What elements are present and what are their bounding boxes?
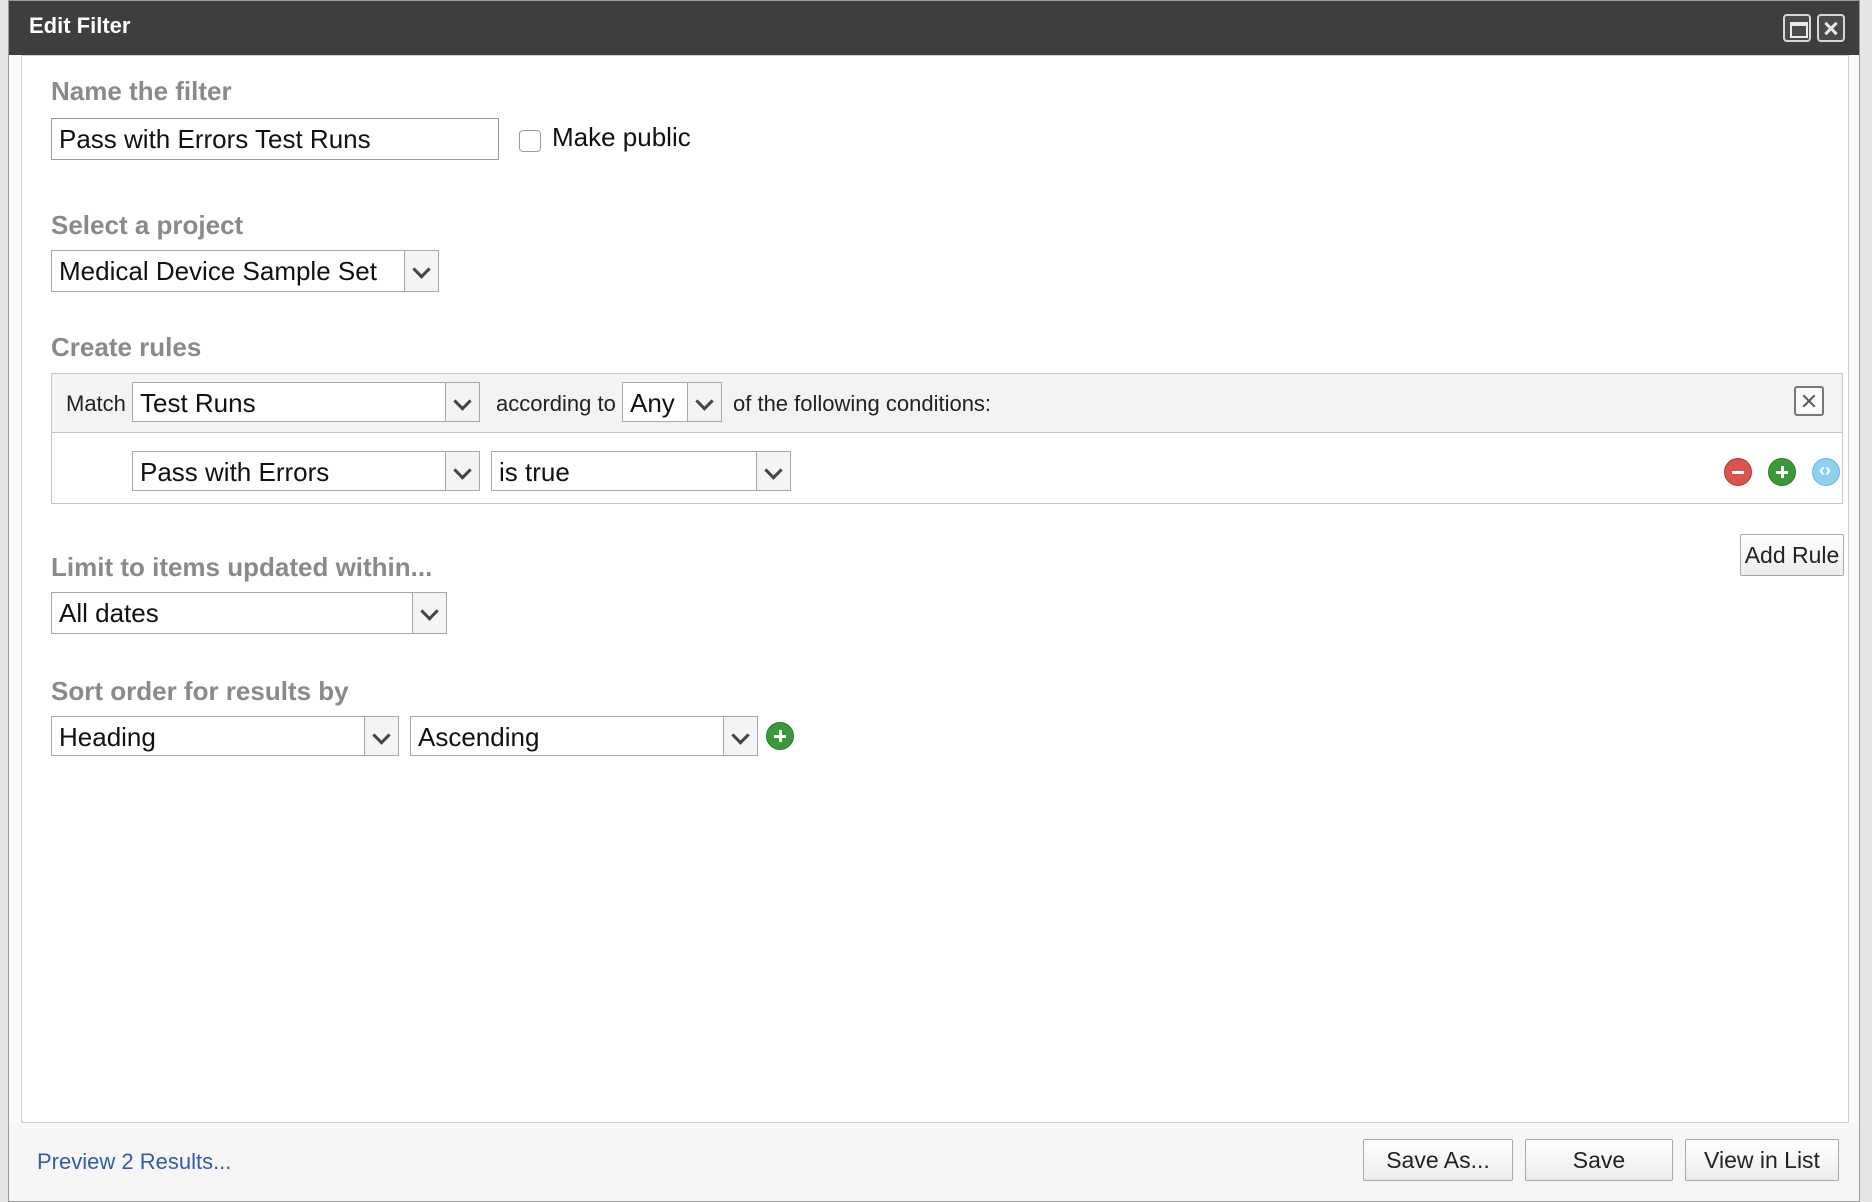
according-to-value: Any (630, 388, 675, 418)
chevron-down-icon (687, 383, 721, 421)
chevron-down-icon (445, 383, 479, 421)
view-in-list-button[interactable]: View in List (1685, 1139, 1839, 1181)
remove-rule-icon[interactable] (1724, 458, 1752, 486)
dialog-title: Edit Filter (29, 13, 131, 38)
rule-field-value: Pass with Errors (140, 457, 330, 487)
match-select[interactable]: Test Runs (132, 382, 480, 422)
sort-direction-value: Ascending (418, 722, 540, 752)
make-public-label: Make public (552, 122, 691, 152)
project-select[interactable]: Medical Device Sample Set (51, 250, 439, 292)
save-button[interactable]: Save (1525, 1139, 1673, 1181)
project-select-value: Medical Device Sample Set (59, 256, 377, 286)
limit-heading: Limit to items updated within... (51, 552, 433, 582)
filter-name-input[interactable] (51, 118, 499, 160)
sort-direction-select[interactable]: Ascending (410, 716, 758, 756)
chevron-down-icon (412, 593, 446, 633)
remove-group-icon[interactable] (1794, 386, 1824, 416)
limit-dates-select[interactable]: All dates (51, 592, 447, 634)
sort-field-value: Heading (59, 722, 156, 752)
add-rule-button[interactable]: Add Rule (1740, 534, 1844, 576)
match-label: Match (66, 391, 126, 416)
add-sort-icon[interactable] (766, 722, 794, 750)
dialog-titlebar[interactable]: Edit Filter (9, 1, 1859, 55)
rules-box: Match Test Runs according to Any of the … (51, 373, 1843, 504)
rule-operator-value: is true (499, 457, 570, 487)
chevron-down-icon (756, 452, 790, 490)
save-as-button[interactable]: Save As... (1363, 1139, 1513, 1181)
chevron-down-icon (364, 717, 398, 755)
conditions-label: of the following conditions: (733, 391, 992, 416)
according-to-label: according to (496, 391, 616, 416)
dialog-content: Name the filter Make public Select a pro… (21, 55, 1849, 1123)
chevron-down-icon (404, 251, 438, 291)
rules-header-row: Match Test Runs according to Any of the … (52, 374, 1842, 433)
match-select-value: Test Runs (140, 388, 256, 418)
name-filter-heading: Name the filter (51, 76, 232, 106)
chevron-down-icon (445, 452, 479, 490)
limit-dates-value: All dates (59, 598, 159, 628)
add-condition-icon[interactable] (1768, 458, 1796, 486)
make-public-checkbox[interactable] (519, 130, 541, 152)
select-project-heading: Select a project (51, 210, 244, 240)
create-rules-heading: Create rules (51, 332, 202, 362)
rule-operator-select[interactable]: is true (491, 451, 791, 491)
sort-field-select[interactable]: Heading (51, 716, 399, 756)
chevron-down-icon (723, 717, 757, 755)
sort-heading: Sort order for results by (51, 676, 349, 706)
background-page-right (1860, 0, 1872, 1202)
close-icon[interactable] (1817, 14, 1845, 42)
edit-filter-dialog: Edit Filter Name the filter Make public … (8, 0, 1860, 1202)
according-to-select[interactable]: Any (622, 382, 722, 422)
maximize-icon[interactable] (1783, 14, 1811, 42)
rule-field-select[interactable]: Pass with Errors (132, 451, 480, 491)
preview-results-link[interactable]: Preview 2 Results... (37, 1149, 231, 1175)
code-icon[interactable] (1812, 458, 1840, 486)
dialog-footer: Preview 2 Results... Save As... Save Vie… (9, 1123, 1859, 1201)
